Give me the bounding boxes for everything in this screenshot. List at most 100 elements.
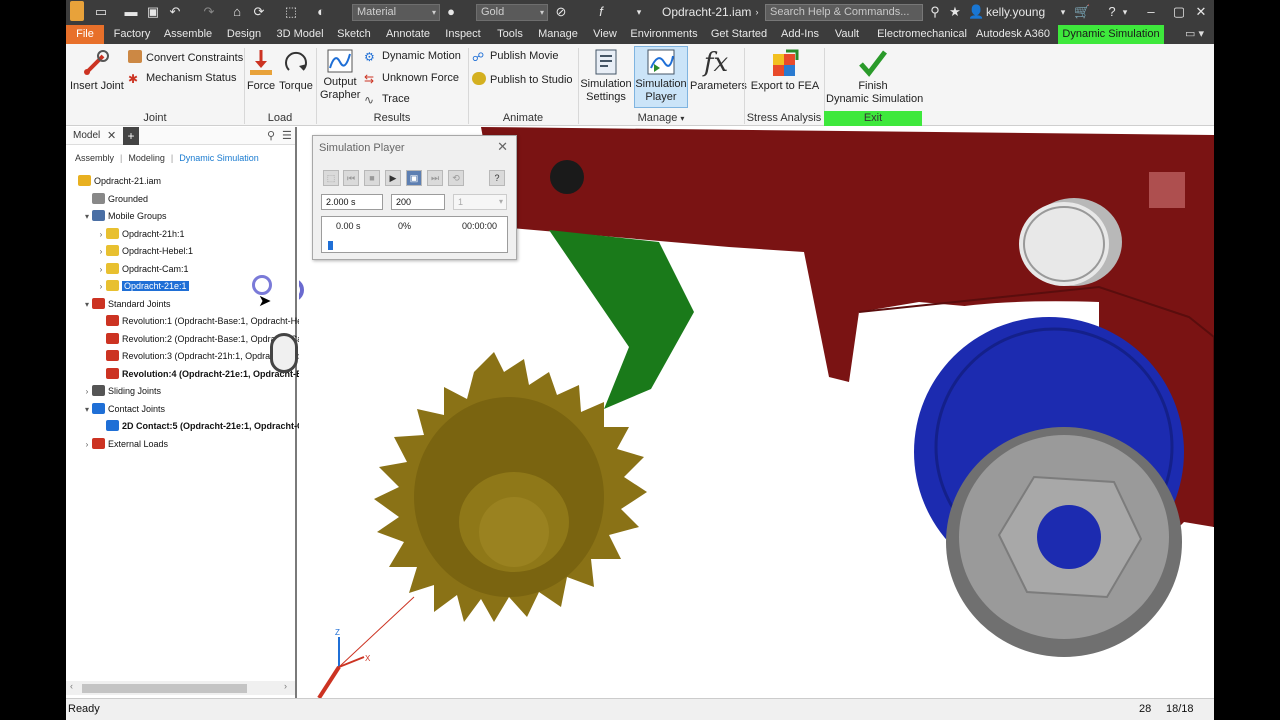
tab-assemble[interactable]: Assemble [160,25,216,44]
minimize-icon[interactable]: – [1144,4,1158,20]
view-tab-modeling[interactable]: Modeling [128,153,165,163]
tab-electromechanical[interactable]: Electromechanical [872,25,972,44]
tree-item[interactable]: Opdracht-21.iam [68,173,161,189]
gear-part[interactable] [374,352,647,622]
tab-manage[interactable]: Manage [534,25,582,44]
rewind-icon[interactable]: ⏮ [343,170,359,186]
cart-icon[interactable]: 🛒 [1074,4,1090,20]
material-combo[interactable]: Material ▾ [352,4,440,21]
torque-button[interactable]: Torque [278,48,314,93]
tab-dynamic-simulation[interactable]: Dynamic Simulation [1058,25,1164,44]
tab-design[interactable]: Design [222,25,266,44]
stop-icon[interactable]: ■ [364,170,380,186]
help-dropdown-icon[interactable]: ▾ [1120,4,1130,20]
tab-factory[interactable]: Factory [110,25,154,44]
user-dropdown-icon[interactable]: ▾ [1058,4,1068,20]
loop-icon[interactable]: ⟲ [448,170,464,186]
close-icon[interactable]: ✕ [1194,4,1208,20]
expand-toggle-icon[interactable]: ▾ [82,297,92,313]
dialog-close-icon[interactable]: ✕ [497,139,508,155]
insert-joint-button[interactable]: Insert Joint [70,48,124,93]
tab-annotate[interactable]: Annotate [380,25,436,44]
tab-get-started[interactable]: Get Started [704,25,774,44]
color-icon[interactable]: ◐ [314,4,328,20]
expand-toggle-icon[interactable]: › [82,437,92,453]
expand-toggle-icon[interactable]: › [96,279,106,295]
close-browser-icon[interactable]: ✕ [107,129,116,142]
qat-dropdown-icon[interactable]: ▾ [632,4,646,20]
expand-toggle-icon[interactable]: › [96,262,106,278]
images-field[interactable]: 200 [391,194,445,210]
tree-item[interactable]: 2D Contact:5 (Opdracht-21e:1, Opdracht-C… [96,418,328,434]
tab-tools[interactable]: Tools [490,25,530,44]
open-file-icon[interactable]: ▬ [124,4,138,20]
favorites-star-icon[interactable]: ★ [948,4,962,20]
tree-item[interactable]: › Opdracht-Hebel:1 [96,243,193,259]
expand-toggle-icon[interactable]: › [82,384,92,400]
tree-item[interactable]: ▾ Contact Joints [82,401,165,417]
publish-studio-button[interactable]: Publish to Studio [472,72,573,86]
tab-vault[interactable]: Vault [828,25,866,44]
lever-part[interactable] [549,230,694,409]
simulation-settings-button[interactable]: Simulation Settings [580,48,632,104]
redo-icon[interactable]: ↷ [202,4,216,20]
view-tab-dynamic-simulation[interactable]: Dynamic Simulation [179,153,259,163]
dynamic-motion-button[interactable]: ⚙ Dynamic Motion [364,50,461,64]
expand-toggle-icon[interactable]: › [96,244,106,260]
tree-item[interactable]: ▾ Mobile Groups [82,208,167,224]
binoculars-icon[interactable]: ⚲ [928,4,942,20]
tree-item[interactable]: › Sliding Joints [82,383,161,399]
scrollbar-thumb[interactable] [82,684,247,693]
new-file-icon[interactable]: ▭ [94,4,108,20]
screen-refresh-icon[interactable]: ▣ [406,170,422,186]
tab-inspect[interactable]: Inspect [440,25,486,44]
add-browser-icon[interactable]: + [123,127,139,145]
tab-autodesk-a360[interactable]: Autodesk A360 [974,25,1052,44]
save-icon[interactable]: ▣ [146,4,160,20]
tab-view[interactable]: View [586,25,624,44]
tree-item[interactable]: › Opdracht-21e:1 [96,278,189,294]
convert-constraints-button[interactable]: Convert Constraints [128,50,243,64]
scroll-left-icon[interactable]: ‹ [70,681,73,691]
undo-icon[interactable]: ↶ [168,4,182,20]
trace-button[interactable]: ∿ Trace [364,93,410,107]
output-grapher-button[interactable]: Output Grapher [320,48,360,102]
appearance-combo[interactable]: Gold ▾ [476,4,548,21]
final-time-field[interactable]: 2.000 s [321,194,383,210]
tree-item[interactable]: › Opdracht-Cam:1 [96,261,189,277]
search-help-input[interactable]: Search Help & Commands... [765,4,923,21]
filter-field[interactable]: 1 ▾ [453,194,507,210]
play-icon[interactable]: ▶ [385,170,401,186]
tab-environments[interactable]: Environments [628,25,700,44]
clear-override-icon[interactable]: ⊘ [554,4,568,20]
scroll-right-icon[interactable]: › [284,681,287,691]
help-icon[interactable]: ? [1104,4,1120,20]
model-tab[interactable]: Model [73,130,100,141]
maximize-icon[interactable]: ▢ [1172,4,1186,20]
tree-item[interactable]: › Opdracht-21h:1 [96,226,185,242]
tab-add-ins[interactable]: Add-Ins [778,25,822,44]
expand-toggle-icon[interactable]: › [96,227,106,243]
browser-horizontal-scrollbar[interactable]: ‹ › [66,681,295,695]
mechanism-status-button[interactable]: ✱ Mechanism Status [128,72,236,86]
home-icon[interactable]: ⌂ [230,4,244,20]
user-name[interactable]: kelly.young [986,5,1045,19]
parameters-button[interactable]: fx Parameters [690,48,747,93]
update-icon[interactable]: ⟳ [252,4,266,20]
browser-menu-icon[interactable]: ☰ [282,129,292,142]
export-to-fea-button[interactable]: Export to FEA [748,48,822,93]
expand-toggle-icon[interactable]: ▾ [82,402,92,418]
tree-item[interactable]: › External Loads [82,436,168,452]
tree-item[interactable]: Revolution:1 (Opdracht-Base:1, Opdracht-… [96,313,325,329]
unknown-force-button[interactable]: ⇆ Unknown Force [364,72,459,86]
view-tab-assembly[interactable]: Assembly [75,153,114,163]
ribbon-options-icon[interactable]: ▭ ▾ [1185,27,1204,40]
simulation-player-button[interactable]: Simulation Player [634,48,688,104]
end-icon[interactable]: ⏭ [427,170,443,186]
tree-item[interactable]: ▾ Standard Joints [82,296,171,312]
publish-movie-button[interactable]: ☍ Publish Movie [472,50,558,64]
browser-search-icon[interactable]: ⚲ [267,129,275,142]
tab-sketch[interactable]: Sketch [334,25,374,44]
fx-icon[interactable]: f [594,4,608,20]
tab-file[interactable]: File [66,25,104,44]
